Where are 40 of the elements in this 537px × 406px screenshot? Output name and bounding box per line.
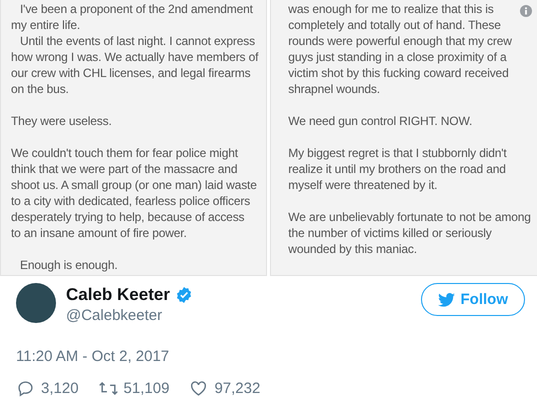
follow-button[interactable]: Follow (420, 283, 525, 316)
stat-count: 97,232 (214, 380, 260, 397)
author-name[interactable]: Caleb Keeter (66, 285, 170, 305)
note-text-line: I've been a proponent of the 2nd amendment (19, 1, 253, 17)
note-text-line: wounded by this maniac. (288, 241, 417, 257)
note-text-line: My biggest regret is that I stubbornly didn't (288, 145, 507, 161)
note-text-line: We couldn't touch them for fear police might (11, 145, 238, 161)
note-text-line: Enough is enough. (19, 257, 118, 273)
note-text-line: completely and totally out of hand. These (288, 17, 501, 33)
info-icon (520, 5, 532, 17)
note-text-line: on the bus. (11, 81, 69, 97)
note-text-line: our crew with CHL licenses, and legal firearms (11, 65, 250, 81)
stat-count: 3,120 (41, 380, 79, 397)
bird-icon (438, 292, 454, 306)
note-text-line: think that we were part of the massacre and (11, 161, 238, 177)
heart-icon[interactable] (189, 380, 208, 397)
note-text-line: We are unbelievably fortunate to not be among (288, 209, 531, 225)
note-text-line: myself were threatened by it. (288, 177, 438, 193)
note-text-line: desperately trying to help, because of access (11, 209, 244, 225)
author-handle[interactable]: @Calebkeeter (66, 307, 192, 324)
note-text-line: Until the events of last night. I cannot express (19, 33, 255, 49)
tweet-timestamp[interactable]: 11:20 AM - Oct 2, 2017 (16, 348, 525, 365)
note-text-line: shrapnel wounds. (288, 81, 380, 97)
avatar[interactable] (16, 283, 56, 323)
note-text-line: the number of victims killed or seriously (288, 225, 492, 241)
note-text-line: shoot us. A small group (or one man) laid waste (11, 177, 257, 193)
note-text-line: how wrong I was. We actually have members of (11, 49, 258, 65)
note-text-line: We need gun control RIGHT. NOW. (288, 113, 472, 129)
stat-count: 51,109 (124, 380, 170, 397)
note-text-line: to an insane amount of fire power. (11, 225, 187, 241)
retweet-icon[interactable] (98, 380, 118, 397)
note-text-line: guys just standing in a close proximity of a (288, 49, 506, 65)
note-text-line: to a city with dedicated, fearless police officers (11, 193, 250, 209)
reply-icon[interactable] (16, 380, 35, 397)
note-text-line: realize it until my brothers on the road and (288, 161, 506, 177)
note-text-line: victim shot by this fucking coward received (288, 65, 509, 81)
note-text-line: rounds were powerful enough that my crew (288, 33, 512, 49)
note-text-line: They were useless. (11, 113, 112, 129)
note-text-line: was enough for me to realize that this is (288, 1, 494, 17)
note-text-line: my entire life. (11, 17, 80, 33)
